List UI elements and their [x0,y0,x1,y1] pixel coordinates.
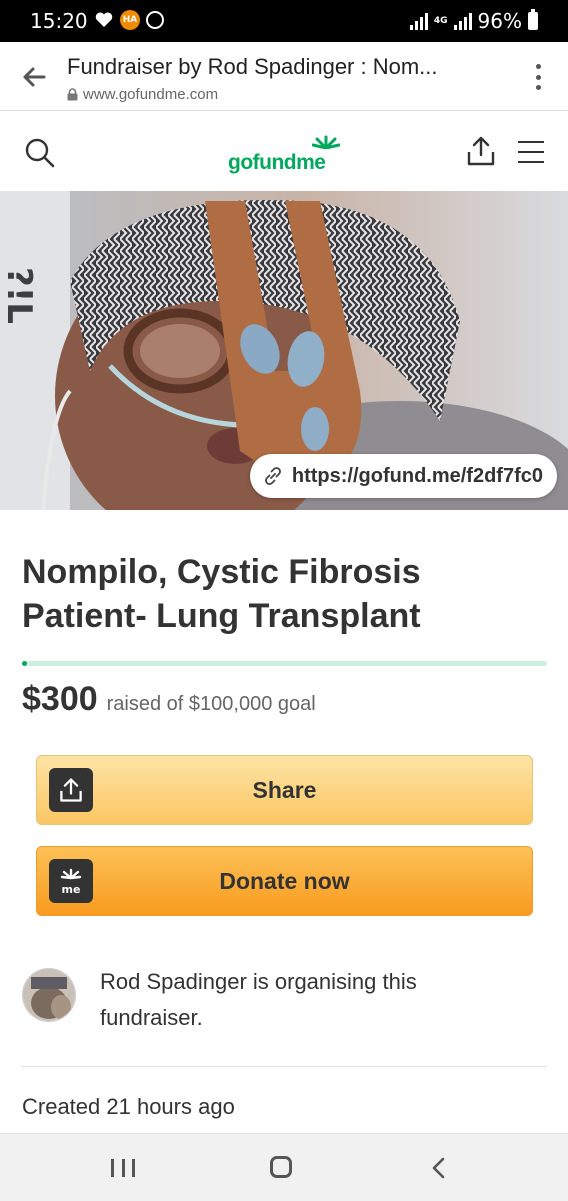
messenger-icon [146,11,164,29]
share-button[interactable]: Share [36,755,533,825]
campaign-hero-image: ?!L https://gofund.me/f2df7fc0 [0,191,568,510]
logo-rays-icon [312,135,340,149]
me-logo-icon: me [60,868,82,896]
divider [22,1066,546,1067]
organiser-text: Rod Spadinger is organising this fundrai… [100,969,417,1030]
status-bar: 15:20 HA 4G 96% [0,0,568,42]
heart-icon [95,12,113,27]
signal-icon [409,12,428,30]
search-icon[interactable] [24,137,56,169]
share-button-icon [49,768,93,812]
more-vert-icon[interactable] [534,64,542,90]
link-icon [264,467,281,485]
signal-icon-2 [453,12,472,30]
created-time: Created 21 hours ago [22,1094,235,1119]
browser-url[interactable]: www.gofundme.com [67,86,218,103]
logo-text: gofundme [228,151,326,174]
lock-icon [67,88,78,101]
url-text: www.gofundme.com [83,86,219,103]
raised-amount: $300 [22,680,98,718]
donate-button[interactable]: me Donate now [36,846,533,916]
avatar-photo [23,969,75,1021]
gofundme-logo[interactable]: gofundme [228,135,340,175]
menu-icon[interactable] [518,141,544,163]
share-icon[interactable] [466,135,496,167]
browser-page-title[interactable]: Fundraiser by Rod Spadinger : Nom... [67,54,438,80]
notification-icons: HA [94,10,164,30]
gofundme-me-icon: me [49,859,93,903]
nav-back-icon[interactable] [430,1156,446,1180]
campaign-title: Nompilo, Cystic Fibrosis Patient- Lung T… [22,553,421,635]
svg-text:me: me [62,883,81,896]
ha-app-icon: HA [120,10,140,30]
short-link-pill[interactable]: https://gofund.me/f2df7fc0 [249,454,557,498]
organiser-section: Rod Spadinger is organising this fundrai… [22,964,552,1034]
site-header: gofundme [0,111,568,191]
android-nav-bar [0,1133,568,1201]
status-right: 4G 96% [409,9,538,33]
progress-bar [22,661,547,666]
battery-percent: 96% [477,9,522,33]
progress-fill [22,661,28,666]
status-time: 15:20 [30,9,88,33]
network-type: 4G [433,15,448,26]
donate-button-label: Donate now [219,867,350,894]
organiser-avatar[interactable] [22,968,76,1022]
browser-toolbar: Fundraiser by Rod Spadinger : Nom... www… [0,42,568,111]
back-arrow-icon[interactable] [18,62,48,92]
raised-summary: $300 raised of $100,000 goal [22,680,316,719]
goal-text: raised of $100,000 goal [106,693,316,715]
short-link-text: https://gofund.me/f2df7fc0 [291,464,543,487]
home-icon[interactable] [270,1156,292,1178]
recent-apps-icon[interactable] [111,1159,135,1177]
svg-text:?!L: ?!L [0,267,39,324]
battery-icon [528,9,538,30]
share-icon [60,778,82,802]
share-button-label: Share [252,776,317,803]
